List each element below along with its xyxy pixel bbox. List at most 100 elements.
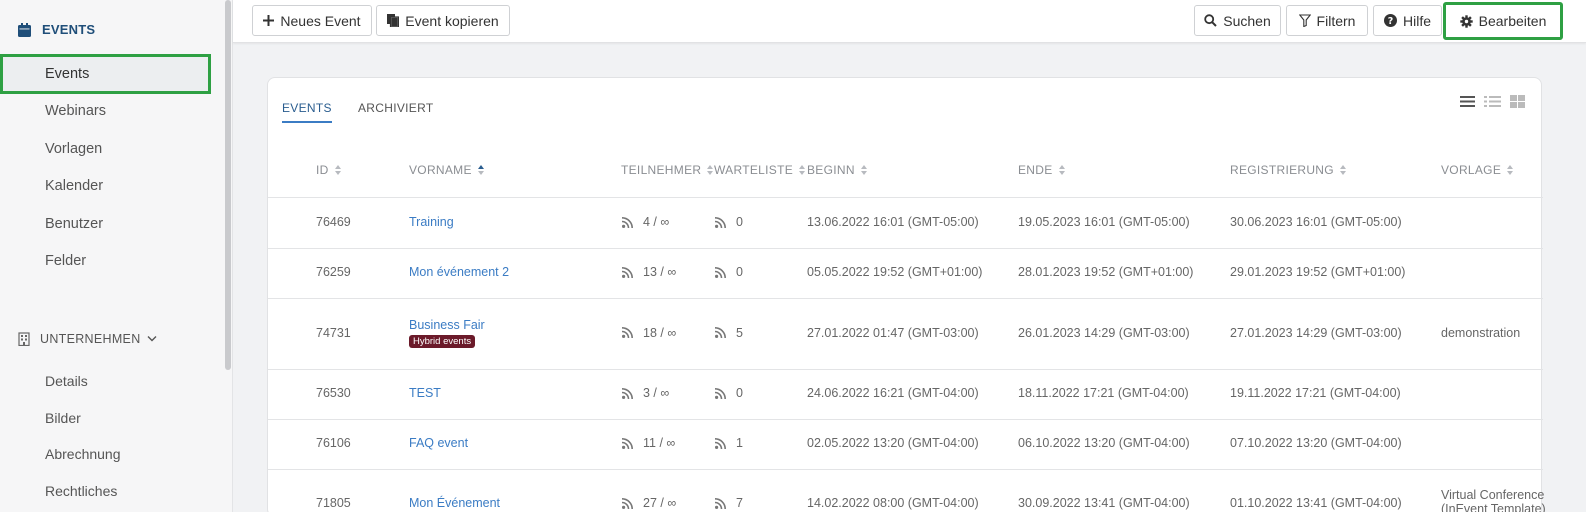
sidebar-item-events[interactable]: Events xyxy=(0,54,211,94)
sort-icon xyxy=(799,165,806,175)
edit-label: Bearbeiten xyxy=(1478,13,1547,29)
sidebar-item-users[interactable]: Benutzer xyxy=(0,204,211,244)
sidebar: EVENTS Events Webinars Vorlagen Kalender… xyxy=(0,0,233,512)
column-header-end[interactable]: ENDE xyxy=(1018,163,1065,177)
event-id: 76106 xyxy=(316,436,351,450)
list-view-icon[interactable] xyxy=(1460,95,1475,113)
column-header-label: VORLAGE xyxy=(1441,163,1502,177)
event-name-link[interactable]: Training xyxy=(409,215,454,229)
event-registration: 27.01.2023 14:29 (GMT-03:00) xyxy=(1230,325,1402,340)
rss-icon xyxy=(622,387,638,399)
rss-icon xyxy=(622,437,638,449)
column-header-label: BEGINN xyxy=(807,163,855,177)
filter-icon xyxy=(1298,14,1311,27)
waitlist-count-value: 7 xyxy=(736,496,743,510)
column-header-label: ENDE xyxy=(1018,163,1053,177)
sidebar-item-billing[interactable]: Abrechnung xyxy=(0,436,211,472)
event-name-link[interactable]: Mon événement 2 xyxy=(409,265,509,279)
sort-icon xyxy=(1058,165,1065,175)
edit-button[interactable]: Bearbeiten xyxy=(1443,2,1563,40)
sidebar-section-events[interactable]: EVENTS xyxy=(18,22,95,37)
sidebar-section-title: EVENTS xyxy=(42,22,96,37)
participants-count: 3 / ∞ xyxy=(622,386,669,400)
new-event-button[interactable]: Neues Event xyxy=(252,5,372,36)
help-button[interactable]: ? Hilfe xyxy=(1373,5,1442,36)
event-start: 24.06.2022 16:21 (GMT-04:00) xyxy=(807,386,979,400)
event-end: 26.01.2023 14:29 (GMT-03:00) xyxy=(1018,325,1190,340)
help-label: Hilfe xyxy=(1402,12,1431,29)
column-header-participants[interactable]: TEILNEHMER xyxy=(621,163,714,177)
copy-event-label: Event kopieren xyxy=(405,12,499,29)
event-template: Virtual Conference (InEvent Template) xyxy=(1441,488,1546,512)
event-name-link[interactable]: TEST xyxy=(409,386,441,400)
participants-count-value: 27 / ∞ xyxy=(643,496,677,510)
event-end: 30.09.2022 13:41 (GMT-04:00) xyxy=(1018,496,1190,510)
event-end: 19.05.2023 16:01 (GMT-05:00) xyxy=(1018,215,1190,229)
waitlist-count: 0 xyxy=(715,215,743,229)
event-id: 71805 xyxy=(316,496,351,510)
sidebar-section-company[interactable]: UNTERNEHMEN xyxy=(18,332,157,347)
participants-count-value: 11 / ∞ xyxy=(643,436,676,450)
participants-count: 11 / ∞ xyxy=(622,436,675,450)
rss-icon xyxy=(715,497,731,509)
gear-icon xyxy=(1459,14,1473,28)
waitlist-count-value: 0 xyxy=(736,265,743,279)
sidebar-item-images[interactable]: Bilder xyxy=(0,400,211,436)
sort-icon xyxy=(707,165,714,175)
row-divider xyxy=(268,248,1543,249)
sidebar-item-templates[interactable]: Vorlagen xyxy=(0,129,211,169)
detail-list-view-icon[interactable] xyxy=(1484,95,1501,113)
participants-count: 18 / ∞ xyxy=(622,326,676,340)
new-event-label: Neues Event xyxy=(280,12,361,29)
rss-icon xyxy=(622,497,638,509)
column-header-name[interactable]: VORNAME xyxy=(409,163,484,177)
event-name-link[interactable]: Mon Événement xyxy=(409,496,500,510)
waitlist-count: 0 xyxy=(715,386,743,400)
event-name-link[interactable]: Business Fair xyxy=(409,318,485,332)
event-name-link[interactable]: FAQ event xyxy=(409,436,468,450)
sort-icon xyxy=(334,165,341,175)
rss-icon xyxy=(622,216,638,228)
sidebar-item-calendar[interactable]: Kalender xyxy=(0,166,211,206)
tab-events[interactable]: EVENTS xyxy=(282,101,332,123)
sidebar-item-webinars[interactable]: Webinars xyxy=(0,91,211,131)
grid-view-icon[interactable] xyxy=(1510,95,1525,113)
event-start: 13.06.2022 16:01 (GMT-05:00) xyxy=(807,215,979,229)
calendar-icon xyxy=(18,22,31,37)
participants-count-value: 4 / ∞ xyxy=(643,215,670,229)
tab-archived[interactable]: ARCHIVIERT xyxy=(358,101,433,121)
column-header-start[interactable]: BEGINN xyxy=(807,163,867,177)
filter-label: Filtern xyxy=(1316,12,1356,29)
event-id: 76530 xyxy=(316,386,351,400)
sidebar-item-legal[interactable]: Rechtliches xyxy=(0,473,211,509)
view-switcher xyxy=(1460,95,1525,113)
events-card: EVENTS ARCHIVIERT ID VORNAME TEILNEHMER … xyxy=(267,77,1546,512)
sort-icon xyxy=(1507,165,1514,175)
sidebar-scrollbar[interactable] xyxy=(225,0,231,370)
column-header-template[interactable]: VORLAGE xyxy=(1441,163,1514,177)
filter-button[interactable]: Filtern xyxy=(1286,5,1368,36)
event-tag-badge: Hybrid events xyxy=(409,334,476,348)
event-start: 27.01.2022 01:47 (GMT-03:00) xyxy=(807,325,979,340)
event-registration: 30.06.2023 16:01 (GMT-05:00) xyxy=(1230,215,1402,229)
row-divider xyxy=(268,369,1543,370)
event-registration: 19.11.2022 17:21 (GMT-04:00) xyxy=(1230,386,1401,400)
sort-asc-icon xyxy=(477,165,484,175)
event-start: 02.05.2022 13:20 (GMT-04:00) xyxy=(807,436,979,450)
rss-icon xyxy=(622,327,638,338)
sort-icon xyxy=(1339,165,1346,175)
participants-count: 13 / ∞ xyxy=(622,265,676,279)
column-header-registration[interactable]: REGISTRIERUNG xyxy=(1230,163,1346,177)
event-registration: 01.10.2022 13:41 (GMT-04:00) xyxy=(1230,496,1402,510)
sidebar-item-details[interactable]: Details xyxy=(0,363,211,399)
column-header-waitlist[interactable]: WARTELISTE xyxy=(714,163,806,177)
column-header-id[interactable]: ID xyxy=(316,163,341,177)
waitlist-count: 5 xyxy=(715,326,743,340)
sidebar-item-fields[interactable]: Felder xyxy=(0,241,211,281)
waitlist-count: 0 xyxy=(715,265,743,279)
event-registration: 29.01.2023 19:52 (GMT+01:00) xyxy=(1230,265,1406,279)
copy-event-button[interactable]: Event kopieren xyxy=(376,5,510,36)
search-button[interactable]: Suchen xyxy=(1194,5,1281,36)
waitlist-count-value: 0 xyxy=(736,215,743,229)
waitlist-count-value: 5 xyxy=(736,325,743,340)
